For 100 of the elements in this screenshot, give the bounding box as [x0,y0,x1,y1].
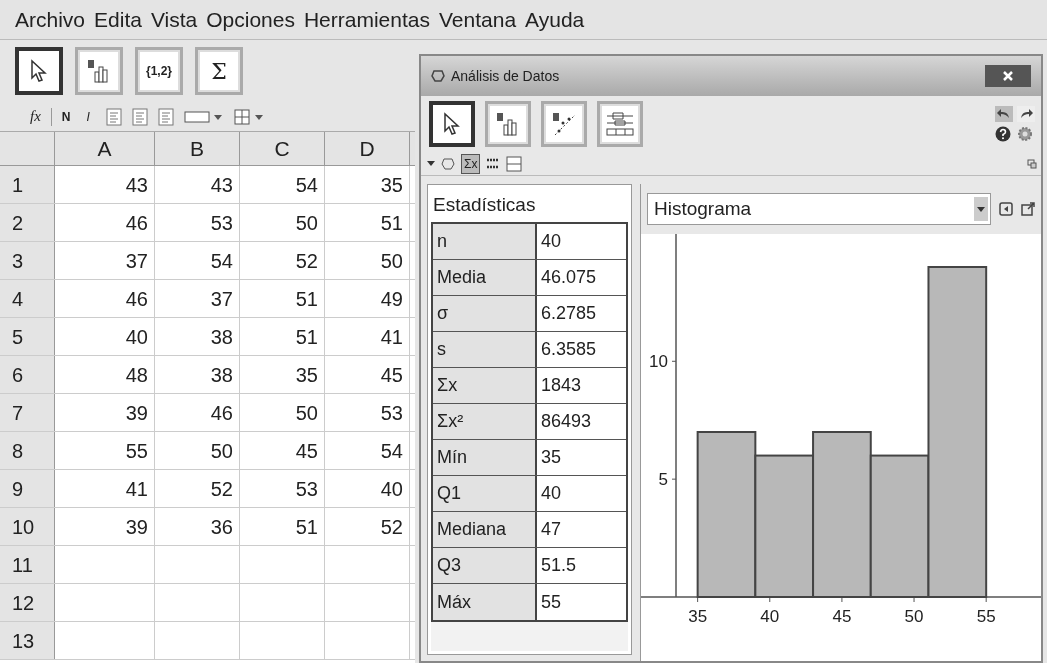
menu-item[interactable]: Vista [150,3,198,36]
table-cell-text: 37 [125,248,148,274]
undo-icon[interactable] [995,106,1013,122]
border-dropdown-icon[interactable] [183,109,224,124]
row-header[interactable]: 4 [0,280,55,317]
statistic-value: 40 [540,230,563,253]
menu-item[interactable]: Opciones [206,3,295,36]
formula-button[interactable]: fx [30,105,41,128]
pointer-icon [442,112,462,136]
table-cell-text: 53 [210,210,233,236]
table-cell-text: 53 [380,400,403,426]
statistics-toggle[interactable]: Σx [461,153,481,174]
table-cell-text: 38 [210,324,233,350]
menu-item[interactable]: Archivo [15,3,86,36]
y-tick-label: 5 [658,470,668,490]
close-icon [1002,70,1014,82]
table-cell-text: 49 [380,286,403,312]
statistic-value: 55 [540,590,563,614]
layout-icon[interactable] [506,155,523,172]
row-header[interactable]: 7 [0,394,55,431]
plot-type-dropdown[interactable]: Histograma [647,193,991,225]
table-cell-text: 55 [125,438,148,464]
row-header[interactable]: 6 [0,356,55,393]
table-cell-text: 40 [125,324,148,350]
table-cell-text: 50 [210,438,233,464]
column-header[interactable]: D [325,132,410,165]
column-header[interactable]: A [55,132,155,165]
table-cell-text: 45 [295,438,318,464]
caret-icon [974,197,988,221]
options-icon[interactable] [999,202,1013,216]
column-header[interactable]: B [155,132,240,165]
table-cell-text: 43 [210,172,233,198]
row-header[interactable]: 11 [0,546,55,583]
row-header[interactable]: 8 [0,432,55,469]
statistic-label: Mediana [433,512,537,547]
detach-icon[interactable] [1027,158,1037,169]
row-header[interactable]: 13 [0,622,55,659]
row-header[interactable]: 3 [0,242,55,279]
settings-icon[interactable] [1017,126,1033,142]
table-cell-text: 53 [295,476,318,502]
redo-icon[interactable] [1017,106,1035,122]
x-tick-label: 40 [760,607,780,626]
statistic-label: σ [433,296,537,331]
table-cell-text: 48 [125,362,148,388]
menu-item[interactable]: Edita [94,3,142,36]
statistic-label: Σx² [433,404,537,439]
table-cell-text: 46 [125,286,148,312]
statistic-value: 35 [540,446,563,469]
statistic-label: Σx [433,368,537,403]
tool-button[interactable] [75,47,123,95]
row-header[interactable]: 12 [0,584,55,621]
table-cell-text: 54 [295,172,318,198]
row-header[interactable]: 5 [0,318,55,355]
statistic-label: n [433,224,537,259]
statistic-label: Media [433,260,537,295]
statistic-label: Mín [433,440,537,475]
table-cell-text: 39 [125,514,148,540]
menu-item[interactable]: Ventana [439,3,517,36]
statistic-value: 40 [540,482,563,505]
tool-button[interactable]: {1,2} [135,47,183,95]
tool-button[interactable] [541,101,587,147]
table-cell-text: 54 [210,248,233,274]
table-cell-text: 45 [380,362,403,388]
table-cell-text: 52 [210,476,233,502]
row-header[interactable]: 1 [0,166,55,203]
statistic-value: 6.3585 [540,338,598,361]
table-cell-text: 51 [295,324,318,350]
export-icon[interactable] [1021,202,1035,216]
tool-button[interactable]: Σ [195,47,243,95]
table-cell-text: 39 [125,400,148,426]
table-cell-text: 54 [380,438,403,464]
statistic-value: 1843 [540,374,583,397]
statistic-value: 6.2785 [540,302,598,325]
bold-button[interactable]: N [50,107,71,126]
close-button[interactable] [985,65,1031,87]
tool-button[interactable] [429,101,475,147]
tool-button[interactable] [15,47,63,95]
x-tick-label: 45 [832,607,852,626]
statistic-label: Máx [433,584,537,620]
tool-button[interactable] [485,101,531,147]
table-cell-text: 41 [125,476,148,502]
table-cell-text: 52 [380,514,403,540]
table-cell-text: 51 [295,286,318,312]
help-icon[interactable] [995,126,1011,142]
pointer-icon [29,59,49,83]
menu-item[interactable]: Ayuda [525,3,585,36]
caret-icon[interactable] [427,159,435,168]
row-header[interactable]: 2 [0,204,55,241]
toolbar-label: {1,2} [146,63,172,80]
row-header[interactable]: 10 [0,508,55,545]
shape-icon[interactable] [441,156,455,171]
statistic-label: Q3 [433,548,537,583]
statistic-value: 46.075 [540,266,598,289]
table-cell-text: 36 [210,514,233,540]
window-icon [431,69,445,83]
italic-button[interactable]: I [80,107,96,126]
grid-dropdown-icon[interactable] [233,108,266,125]
row-header[interactable]: 9 [0,470,55,507]
menu-item[interactable]: Herramientas [303,3,430,36]
column-header[interactable]: C [240,132,325,165]
